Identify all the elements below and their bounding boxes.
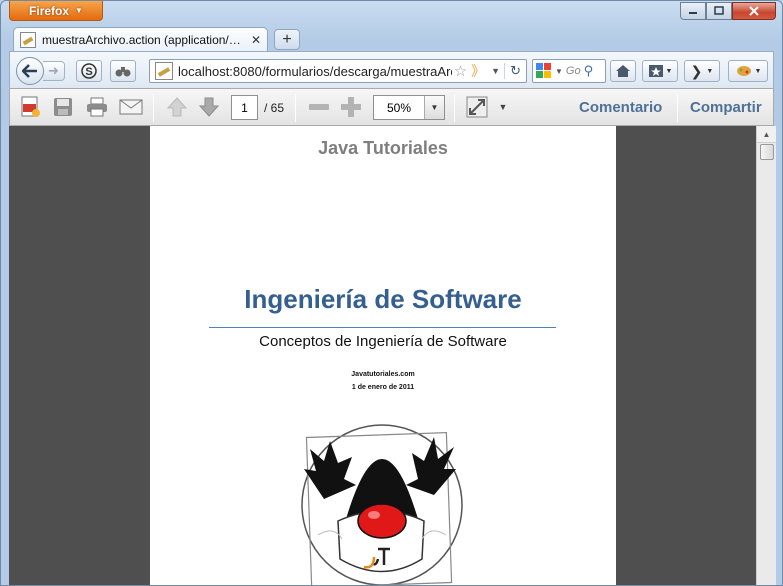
window-frame-right [776,126,782,585]
forward-arrow-icon: ➜ [48,63,59,78]
share-link[interactable]: Compartir [690,99,762,116]
comment-link[interactable]: Comentario [579,99,662,116]
zoom-in-button[interactable] [338,95,364,119]
zoom-value: 50% [386,100,412,115]
next-page-button[interactable] [196,95,222,119]
svg-text:S: S [85,66,92,78]
addon-bug-icon [736,66,751,76]
pdf-toolbar: 1 / 65 50% ▼ ▼ Comentario Compartir [9,88,774,126]
toolbar-divider [295,94,296,122]
expand-icon [466,96,488,118]
bookmark-star-icon[interactable]: ☆ [452,62,469,80]
home-icon [616,65,630,77]
google-icon[interactable] [536,63,552,79]
window-controls [680,2,776,20]
arrow-up-icon [166,97,188,117]
chevron-right-icon: ❯ [690,62,703,79]
chevron-down-icon: ▼ [665,67,673,75]
minimize-button[interactable] [680,2,706,20]
toolbar-divider [677,94,678,122]
page-total: / 65 [264,101,285,115]
email-button[interactable] [118,95,144,119]
close-window-button[interactable] [732,2,776,20]
close-icon [749,6,759,16]
search-bar[interactable]: ▼ Go ⚲ [532,59,606,83]
url-text[interactable]: localhost:8080/formularios/descarga/mues… [178,64,452,79]
pdf-viewport[interactable]: Java Tutoriales Ingeniería de Software C… [9,126,756,585]
document-header: Java Tutoriales [318,138,448,158]
pdf-page: Java Tutoriales Ingeniería de Software C… [150,126,616,585]
scroll-up-icon[interactable]: ▲ [757,126,776,143]
save-button[interactable] [50,95,76,119]
forward-button[interactable]: ➜ [43,61,65,81]
toolbar-divider [454,94,455,122]
zoom-out-button[interactable] [306,95,332,119]
document-date: 1 de enero de 2011 [351,384,415,391]
chevron-down-icon: ▼ [75,6,83,15]
rss-feed-icon[interactable]: 》 [469,61,487,81]
bookmarks-menu-button[interactable]: ▼ [642,60,678,82]
site-identity-icon[interactable] [155,62,173,80]
document-title: Ingeniería de Software [244,284,522,314]
firefox-menu-button[interactable]: Firefox ▼ [9,1,103,21]
more-tools-button[interactable]: ▼ [496,95,510,119]
fullscreen-button[interactable] [464,95,490,119]
document-subtitle: Conceptos de Ingeniería de Software [259,333,507,350]
addon-binoculars-button[interactable] [110,60,136,82]
overflow-chevron-button[interactable]: ❯ ▼ [684,60,720,82]
home-button[interactable] [610,60,636,82]
tab-title: muestraArchivo.action (application/pdf .… [42,32,245,47]
chevron-down-icon: ▼ [498,102,508,112]
document-site: Javatutoriales.com [351,371,415,378]
title-divider [209,327,556,328]
create-pdf-button[interactable] [18,95,44,119]
vertical-scrollbar[interactable]: ▲ [756,126,776,585]
browser-window: Firefox ▼ muestraArchivo.action (applica… [0,0,783,586]
addon-s-button[interactable]: S [76,60,102,82]
java-duke-logo-icon [301,424,463,585]
address-bar[interactable]: localhost:8080/formularios/descarga/mues… [149,59,527,83]
maximize-icon [714,6,724,15]
chevron-down-icon[interactable]: ▼ [424,96,444,119]
page-number-input[interactable]: 1 [231,95,258,120]
previous-page-button[interactable] [164,95,190,119]
zoom-select[interactable]: 50% ▼ [373,95,445,120]
search-input[interactable]: Go [566,65,581,77]
maximize-button[interactable] [706,2,732,20]
close-tab-icon[interactable]: ✕ [251,33,261,47]
save-disk-icon [54,98,72,116]
history-dropdown-icon[interactable]: ▼ [487,66,504,76]
search-icon[interactable]: ⚲ [584,63,594,79]
plus-icon: + [282,30,292,48]
chevron-down-icon: ▼ [706,67,714,75]
plus-icon [341,97,361,117]
navigation-toolbar: ➜ S localhost:8080/formularios/descarga/… [9,51,774,88]
s-circle-icon: S [81,63,97,79]
bookmarks-icon [648,65,663,77]
new-tab-button[interactable]: + [274,29,300,50]
print-button[interactable] [84,95,110,119]
minus-icon [309,104,329,110]
addon-menu-button[interactable]: ▼ [728,60,768,82]
search-engine-dropdown-icon[interactable]: ▼ [555,67,563,76]
minimize-icon [689,12,697,14]
reload-icon[interactable]: ↻ [504,63,526,79]
window-frame-left [1,126,9,585]
tab-pdf[interactable]: muestraArchivo.action (application/pdf .… [13,27,268,51]
chevron-down-icon: ▼ [754,67,762,75]
toolbar-divider [153,94,154,122]
back-button[interactable] [16,57,44,85]
arrow-down-icon [198,97,220,117]
firefox-menu-label: Firefox [29,3,70,18]
scroll-thumb[interactable] [760,144,774,160]
create-pdf-icon [21,96,40,117]
back-arrow-icon [22,64,37,78]
envelope-icon [119,99,143,115]
pdf-favicon-icon [20,31,36,48]
printer-icon [87,97,107,117]
tab-strip: muestraArchivo.action (application/pdf .… [9,25,774,51]
binoculars-icon [115,67,131,77]
